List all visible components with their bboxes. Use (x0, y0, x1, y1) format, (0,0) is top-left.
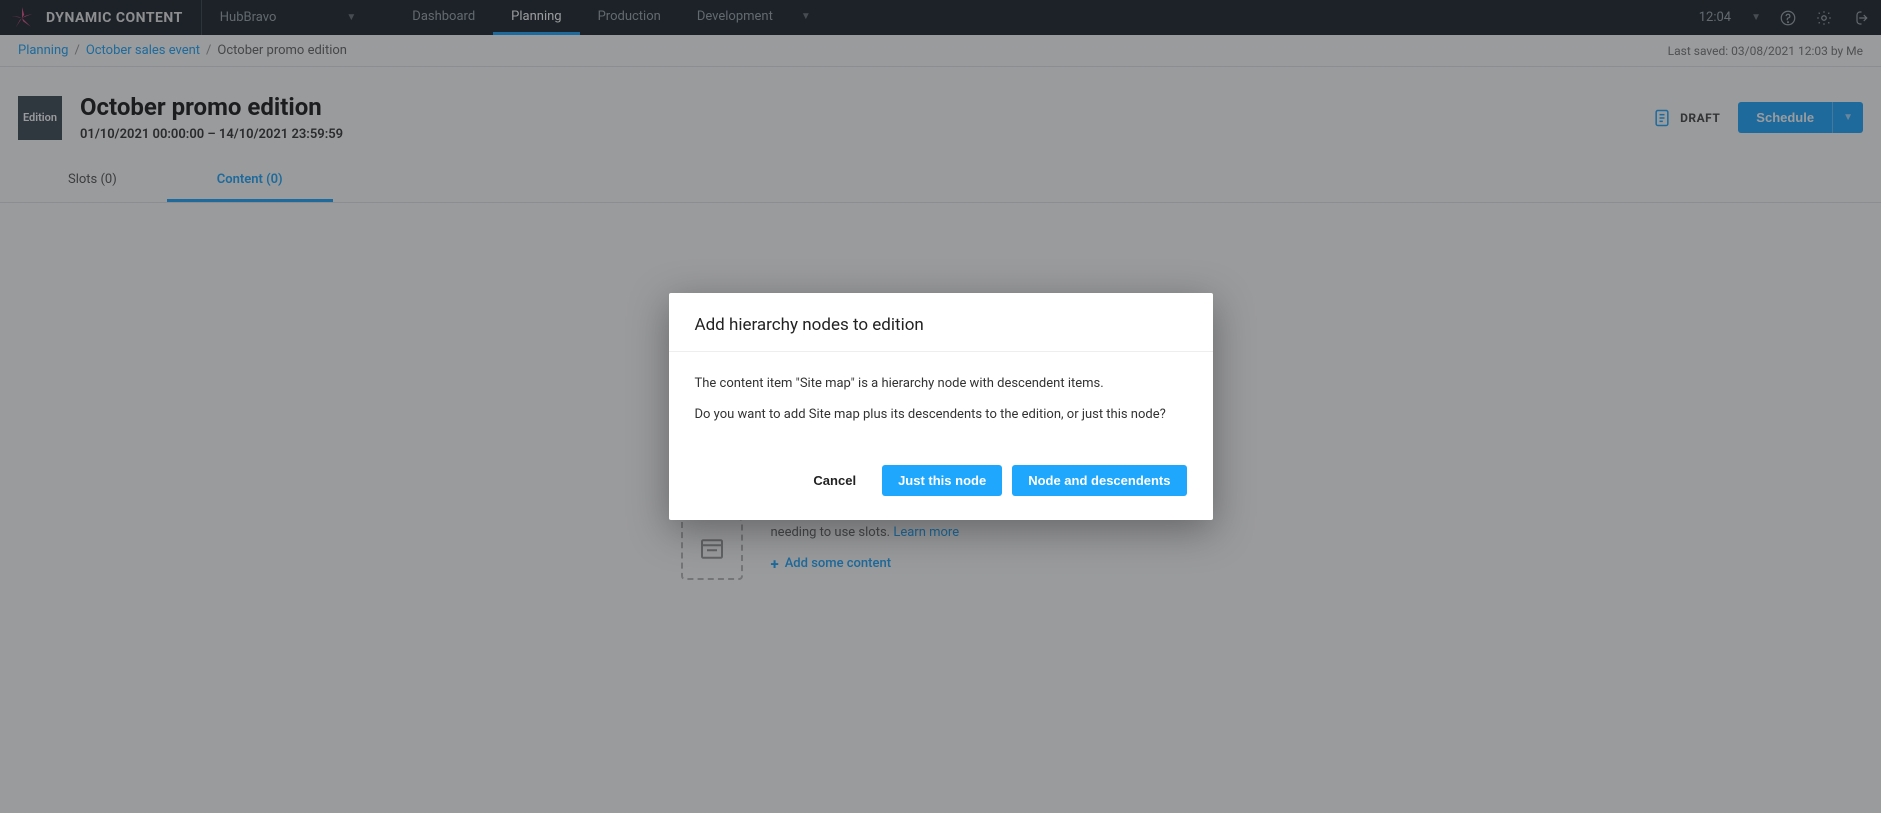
cancel-button[interactable]: Cancel (797, 465, 872, 496)
modal-text-1: The content item "Site map" is a hierarc… (695, 374, 1187, 395)
modal-body: The content item "Site map" is a hierarc… (669, 352, 1213, 446)
modal-header: Add hierarchy nodes to edition (669, 293, 1213, 352)
add-hierarchy-modal: Add hierarchy nodes to edition The conte… (669, 293, 1213, 521)
just-this-node-button[interactable]: Just this node (882, 465, 1002, 496)
modal-title: Add hierarchy nodes to edition (695, 315, 1187, 335)
modal-actions: Cancel Just this node Node and descenden… (669, 445, 1213, 520)
node-and-descendents-button[interactable]: Node and descendents (1012, 465, 1186, 496)
modal-overlay[interactable]: Add hierarchy nodes to edition The conte… (0, 0, 1881, 813)
modal-text-2: Do you want to add Site map plus its des… (695, 405, 1187, 426)
